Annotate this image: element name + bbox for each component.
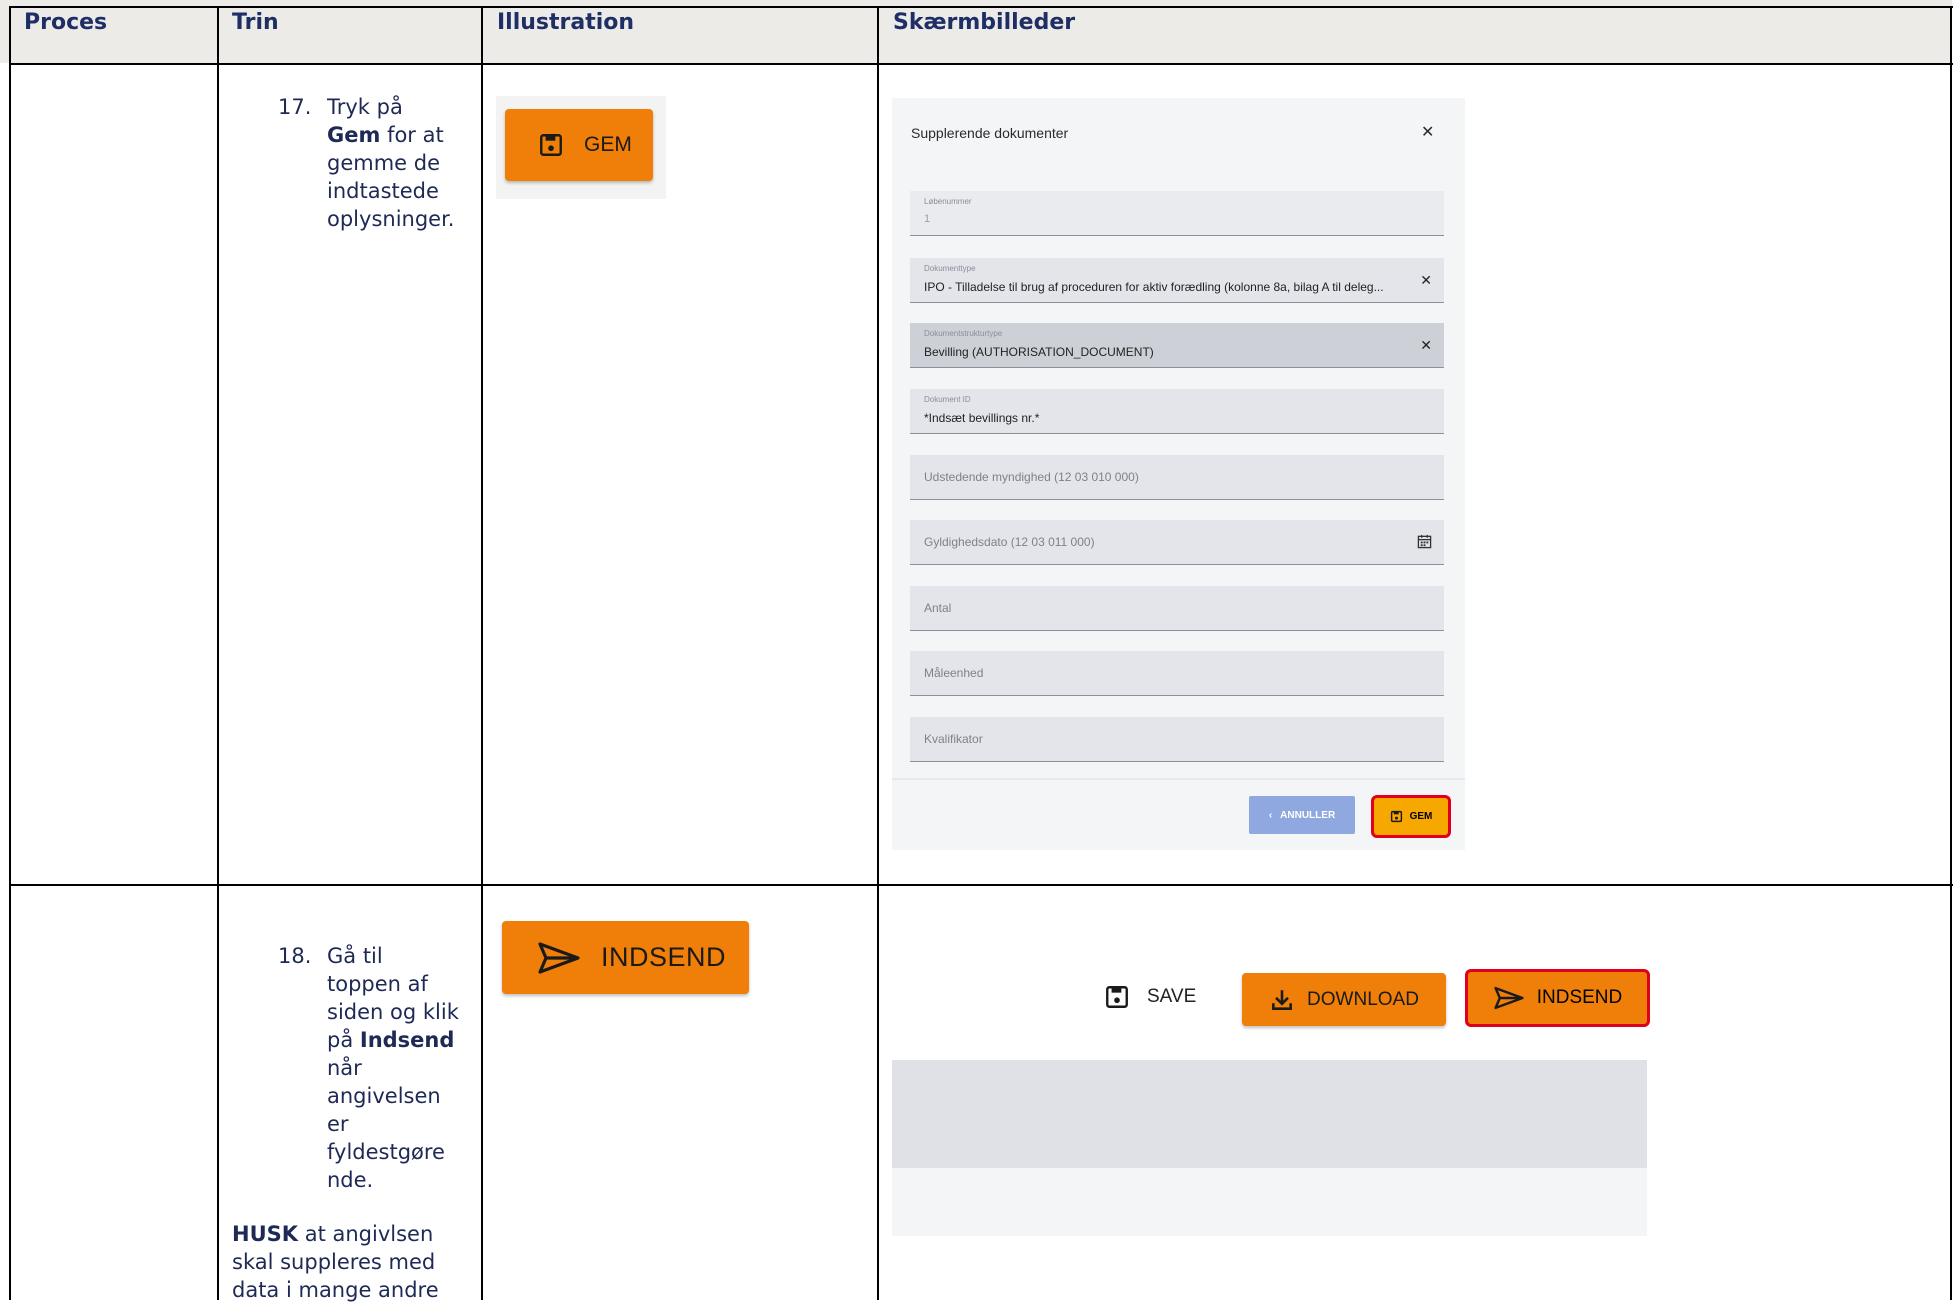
step-18-line: siden og klik bbox=[327, 1000, 459, 1024]
step-17-line: gemme de bbox=[327, 151, 441, 175]
field-label: Dokument ID bbox=[924, 395, 971, 404]
field-label: Løbenummer bbox=[924, 197, 972, 206]
husk-bold: HUSK bbox=[232, 1222, 299, 1246]
field-label: Dokumenttype bbox=[924, 264, 976, 273]
col-line-5 bbox=[1950, 6, 1952, 1300]
annuller-label: ANNULLER bbox=[1280, 809, 1336, 821]
indsend-illustration-label: INDSEND bbox=[601, 942, 727, 972]
indsend-label: INDSEND bbox=[1536, 987, 1623, 1008]
step-17-number: 17. bbox=[278, 95, 312, 119]
gem-illustration-label: GEM bbox=[584, 133, 632, 156]
row-divider bbox=[9, 884, 1953, 886]
udstedende-myndighed-field[interactable]: Udstedende myndighed (12 03 010 000) bbox=[910, 455, 1444, 500]
field-placeholder: Udstedende myndighed (12 03 010 000) bbox=[924, 470, 1139, 484]
dokument-id-field[interactable]: Dokument ID *Indsæt bevillings nr.* bbox=[910, 389, 1444, 434]
field-value: IPO - Tilladelse til brug af proceduren … bbox=[924, 280, 1384, 294]
supplerende-dokumenter-dialog: Supplerende dokumenter ✕ Løbenummer 1 Do… bbox=[892, 98, 1465, 850]
chevron-left-icon: ‹ bbox=[1268, 809, 1273, 821]
step-18-line: fyldestgøre bbox=[327, 1140, 445, 1164]
content-block-lower bbox=[892, 1168, 1647, 1236]
clear-icon[interactable]: ✕ bbox=[1420, 272, 1432, 289]
download-button[interactable]: DOWNLOAD bbox=[1242, 973, 1446, 1026]
col-line-2 bbox=[217, 6, 219, 1300]
save-label: SAVE bbox=[1147, 986, 1197, 1007]
gyldighedsdato-field[interactable]: Gyldighedsdato (12 03 011 000) bbox=[910, 520, 1444, 565]
clear-icon[interactable]: ✕ bbox=[1420, 337, 1432, 354]
step-18-line: Gå til bbox=[327, 944, 383, 968]
step-18-line: toppen af bbox=[327, 972, 428, 996]
field-placeholder: Måleenhed bbox=[924, 666, 984, 680]
husk-line: skal suppleres med bbox=[232, 1250, 436, 1274]
gem-illustration-button: GEM bbox=[505, 109, 653, 181]
step-17-line: for at bbox=[387, 123, 444, 147]
field-value: Bevilling (AUTHORISATION_DOCUMENT) bbox=[924, 345, 1154, 359]
col-line-4 bbox=[877, 6, 879, 1300]
calendar-icon[interactable] bbox=[1417, 534, 1432, 549]
indsend-illustration-button: INDSEND bbox=[502, 921, 749, 994]
dokumenttype-field[interactable]: Dokumenttype IPO - Tilladelse til brug a… bbox=[910, 258, 1444, 303]
kvalifikator-field[interactable]: Kvalifikator bbox=[910, 717, 1444, 762]
step-17-line: indtastede bbox=[327, 179, 439, 203]
gem-dialog-label: GEM bbox=[1409, 811, 1433, 822]
save-button[interactable]: SAVE bbox=[1104, 984, 1196, 1010]
save-icon bbox=[1106, 986, 1128, 1008]
field-placeholder: Kvalifikator bbox=[924, 732, 983, 746]
step-18-number: 18. bbox=[278, 944, 312, 968]
dialog-title: Supplerende dokumenter bbox=[911, 125, 1069, 141]
field-label: Dokumentstrukturtype bbox=[924, 329, 1003, 338]
download-icon bbox=[1272, 989, 1293, 1010]
illustration-17-frame: GEM bbox=[496, 96, 666, 199]
close-icon[interactable]: ✕ bbox=[1421, 122, 1434, 141]
download-label: DOWNLOAD bbox=[1307, 988, 1419, 1010]
header-skaermbilleder: Skærmbilleder bbox=[893, 10, 1076, 35]
header-proces: Proces bbox=[24, 10, 108, 35]
maaleenhed-field[interactable]: Måleenhed bbox=[910, 651, 1444, 696]
step-18-line: på bbox=[327, 1028, 354, 1052]
step-18-line: nde. bbox=[327, 1168, 374, 1192]
col-line-1 bbox=[9, 6, 11, 1300]
annuller-button[interactable]: ‹ ANNULLER bbox=[1249, 796, 1355, 834]
step-18-line: angivelsen bbox=[327, 1084, 441, 1108]
field-value: 1 bbox=[924, 213, 931, 225]
field-value: *Indsæt bevillings nr.* bbox=[924, 411, 1040, 425]
husk-note: HUSK at angivlsen skal suppleres med dat… bbox=[232, 1220, 472, 1304]
step-18-line: når bbox=[327, 1056, 362, 1080]
send-icon bbox=[1494, 986, 1524, 1010]
lobenummer-field: Løbenummer 1 bbox=[910, 191, 1444, 236]
step-17-line: oplysninger. bbox=[327, 207, 455, 231]
step-18-bold: Indsend bbox=[359, 1028, 455, 1052]
dialog-footer-divider bbox=[892, 778, 1465, 780]
field-placeholder: Gyldighedsdato (12 03 011 000) bbox=[924, 535, 1095, 549]
header-divider bbox=[9, 63, 1953, 65]
save-icon bbox=[1390, 810, 1402, 823]
send-icon bbox=[538, 941, 580, 974]
save-icon bbox=[540, 134, 562, 156]
husk-line: at angivlsen bbox=[304, 1222, 434, 1246]
field-placeholder: Antal bbox=[924, 601, 952, 615]
step-17-bold: Gem bbox=[327, 123, 381, 147]
content-block bbox=[892, 1060, 1647, 1168]
table-border-top bbox=[9, 6, 1953, 8]
indsend-button[interactable]: INDSEND bbox=[1465, 969, 1650, 1027]
col-line-3 bbox=[481, 6, 483, 1300]
step-17-line: Tryk på bbox=[327, 95, 403, 119]
gem-dialog-button[interactable]: GEM bbox=[1371, 795, 1451, 838]
header-illustration: Illustration bbox=[497, 10, 635, 35]
header-trin: Trin bbox=[232, 10, 279, 35]
step-18-line: er bbox=[327, 1112, 349, 1136]
antal-field[interactable]: Antal bbox=[910, 586, 1444, 631]
dokumentstrukturtype-field[interactable]: Dokumentstrukturtype Bevilling (AUTHORIS… bbox=[910, 323, 1444, 368]
